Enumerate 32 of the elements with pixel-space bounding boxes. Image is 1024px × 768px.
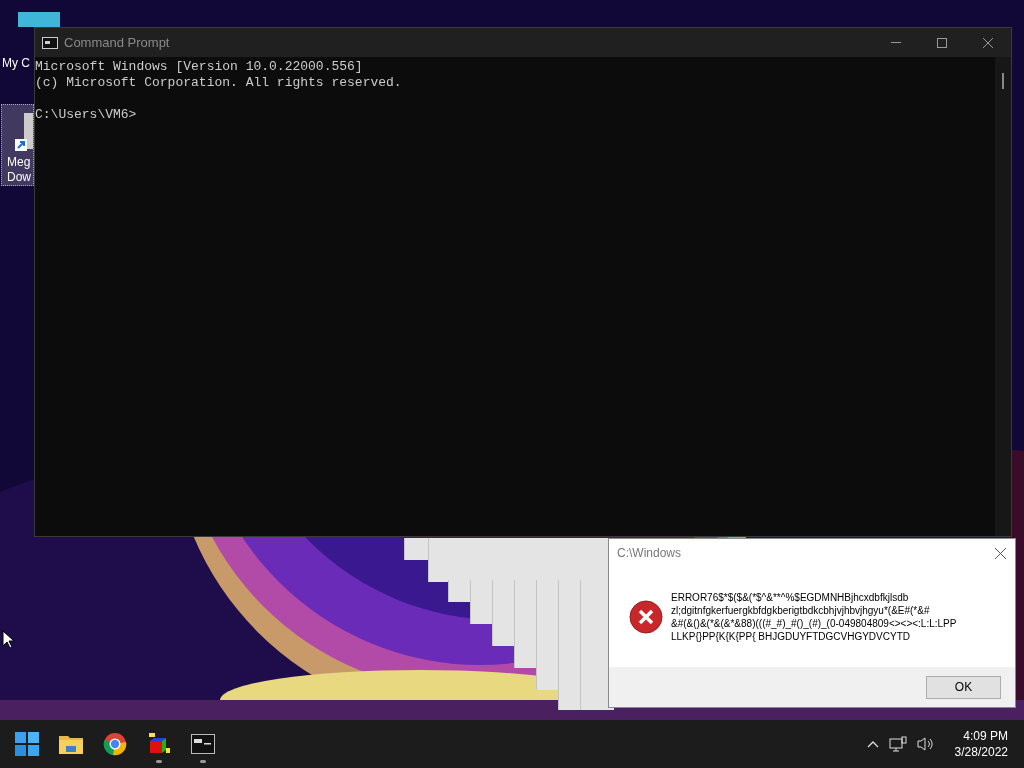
chevron-up-icon[interactable] [866, 740, 879, 748]
shortcut-label: Meg [7, 155, 31, 170]
browser-icon [103, 732, 127, 756]
clock-time: 4:09 PM [963, 728, 1008, 744]
close-icon [994, 547, 1006, 559]
scrollbar[interactable] [995, 57, 1011, 536]
monitor-icon [18, 12, 60, 27]
console-line: Microsoft Windows [Version 10.0.22000.556] [35, 59, 363, 75]
clock-date: 3/28/2022 [954, 744, 1008, 760]
maximize-icon [937, 37, 947, 48]
terminal-icon [191, 734, 215, 754]
windows-logo-icon [15, 732, 39, 756]
error-message: zl;dgitnfgkerfuergkbfdgkberigtbdkcbhjvjhbvjhgyu*(&E#(*&# [671, 604, 931, 617]
speaker-icon[interactable] [916, 736, 935, 752]
dialog-title: C:\Windows [617, 545, 681, 562]
console-icon [42, 36, 58, 49]
error-message: LLKP{}PP{K{K{PP{ BHJGDUYFTDGCVHGYDVCYTD [671, 630, 911, 643]
minimize-icon [891, 42, 901, 43]
network-icon[interactable] [888, 736, 907, 752]
ok-button[interactable]: OK [926, 675, 1001, 699]
mouse-cursor-icon [2, 630, 14, 648]
console-line: (c) Microsoft Corporation. All rights reserved. [35, 75, 402, 91]
error-message: &#(&()&(*&(&*&88)(((#_#)_#()_(#)_(0-049804809<><><:L:L:LPP [671, 617, 957, 630]
error-icon [629, 600, 663, 634]
folder-icon [58, 733, 84, 755]
clock[interactable]: 4:09 PM 3/28/2022 [954, 728, 1008, 760]
close-icon [983, 37, 993, 48]
desktop-shortcut[interactable]: Meg Dow [1, 104, 34, 186]
window-title: Command Prompt [64, 33, 170, 52]
shortcut-label: Dow [7, 170, 31, 185]
console-prompt: C:\Users\VM6> [35, 107, 137, 123]
error-message: ERROR76$*$($&(*$^&**^%$EGDMNHBjhcxdbfkjlsdb [671, 591, 910, 604]
